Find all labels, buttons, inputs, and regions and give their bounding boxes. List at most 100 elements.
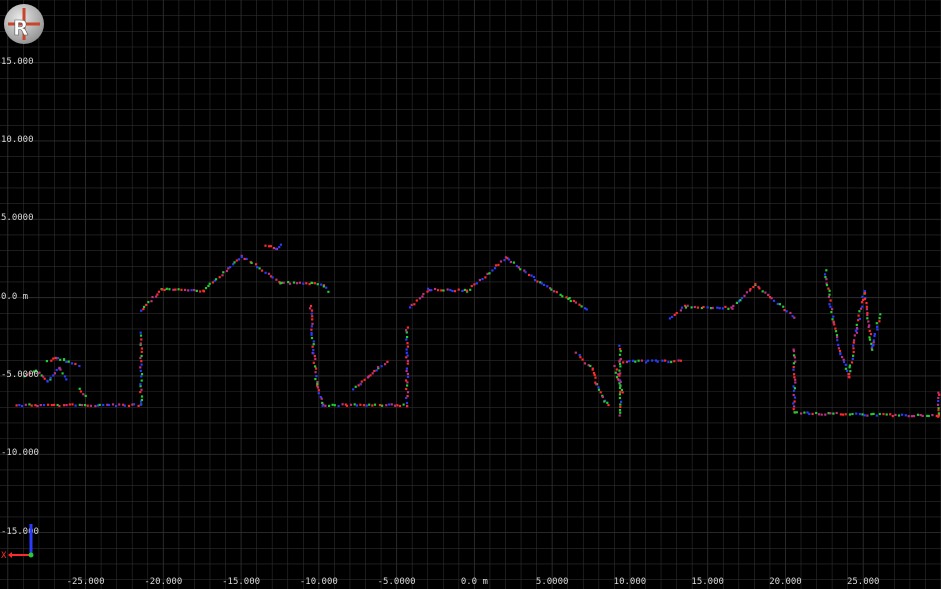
scan-point	[491, 269, 494, 272]
scan-point	[359, 382, 362, 386]
scan-point	[132, 403, 136, 406]
point-cloud-viewport[interactable]	[0, 0, 941, 589]
scan-point	[337, 405, 340, 408]
scan-point	[139, 369, 142, 372]
scan-point	[861, 413, 864, 416]
scan-point	[139, 334, 143, 337]
scan-point	[140, 375, 143, 378]
scan-point	[618, 393, 621, 396]
scan-point	[102, 403, 105, 407]
scan-point	[618, 369, 621, 372]
scan-point	[406, 326, 409, 329]
scan-point	[580, 305, 583, 308]
scan-point	[163, 288, 166, 291]
scan-point	[305, 282, 308, 285]
scan-point	[320, 283, 323, 286]
scan-point	[581, 358, 584, 361]
scan-point	[838, 349, 842, 353]
scan-point	[406, 362, 409, 365]
scan-point	[716, 306, 719, 309]
scan-point	[803, 411, 806, 414]
scan-point	[151, 296, 154, 299]
scan-point	[314, 365, 317, 368]
scan-point	[615, 368, 618, 371]
scan-point	[794, 378, 797, 381]
scan-point	[139, 342, 142, 345]
x-axis-label: -20.000	[144, 577, 183, 587]
scan-point	[187, 289, 190, 292]
scan-point	[402, 403, 405, 406]
scan-point	[702, 305, 705, 309]
scan-point	[310, 312, 313, 315]
scan-point	[165, 287, 168, 290]
scan-point	[493, 267, 497, 270]
scan-point	[15, 404, 18, 407]
scan-point	[800, 412, 803, 415]
scan-point	[118, 403, 121, 406]
scan-point	[873, 332, 876, 336]
scan-point	[310, 328, 313, 331]
scan-point	[311, 315, 314, 318]
scan-point	[866, 414, 869, 417]
scan-point	[410, 303, 413, 306]
scan-point	[832, 315, 835, 318]
scan-point	[937, 399, 940, 403]
scan-point	[852, 344, 855, 347]
scan-point	[140, 309, 143, 312]
scan-point	[517, 266, 520, 269]
scan-point	[870, 413, 873, 416]
scan-point	[618, 409, 622, 412]
scan-point	[509, 260, 512, 264]
scan-point	[783, 309, 786, 312]
scan-point	[603, 400, 606, 403]
scan-point	[792, 350, 795, 353]
scan-point	[782, 305, 785, 308]
scan-point	[619, 365, 622, 368]
scan-point	[215, 278, 218, 281]
scan-point	[288, 282, 292, 285]
scan-point	[764, 291, 767, 294]
scan-point	[878, 412, 881, 416]
scan-point	[583, 362, 587, 365]
scan-point	[140, 395, 144, 398]
scan-point	[619, 362, 622, 365]
scan-point	[853, 339, 856, 342]
scan-point	[278, 246, 281, 249]
scan-point	[724, 305, 727, 308]
scan-point	[316, 386, 319, 389]
scan-point	[140, 388, 143, 391]
scan-point	[123, 404, 126, 407]
scan-point	[793, 411, 796, 414]
scan-point	[71, 403, 74, 406]
scan-point	[910, 415, 913, 418]
scan-point	[312, 343, 315, 346]
scan-point	[140, 350, 143, 353]
scan-point	[863, 414, 866, 417]
scan-point	[597, 386, 600, 389]
scan-point	[50, 404, 53, 407]
scan-point	[155, 295, 158, 298]
scan-point	[208, 282, 211, 285]
scan-point	[824, 276, 827, 279]
scan-point	[865, 302, 868, 305]
scan-point	[139, 331, 142, 334]
scan-point	[272, 247, 276, 250]
scan-point	[463, 288, 466, 291]
scan-point	[202, 290, 205, 293]
scan-point	[619, 380, 622, 383]
scan-point	[24, 403, 27, 406]
scan-point	[675, 312, 678, 315]
scan-point	[34, 404, 37, 407]
scan-point	[406, 354, 409, 357]
scan-point	[312, 352, 315, 355]
scan-point	[161, 288, 164, 291]
scan-point	[601, 395, 604, 399]
scan-point	[237, 258, 240, 261]
scan-point	[867, 325, 870, 328]
scan-point	[793, 373, 796, 376]
scan-point	[530, 274, 533, 277]
scan-point	[375, 369, 378, 372]
scan-point	[793, 405, 796, 408]
scan-point	[677, 359, 680, 362]
scan-point	[250, 261, 253, 264]
